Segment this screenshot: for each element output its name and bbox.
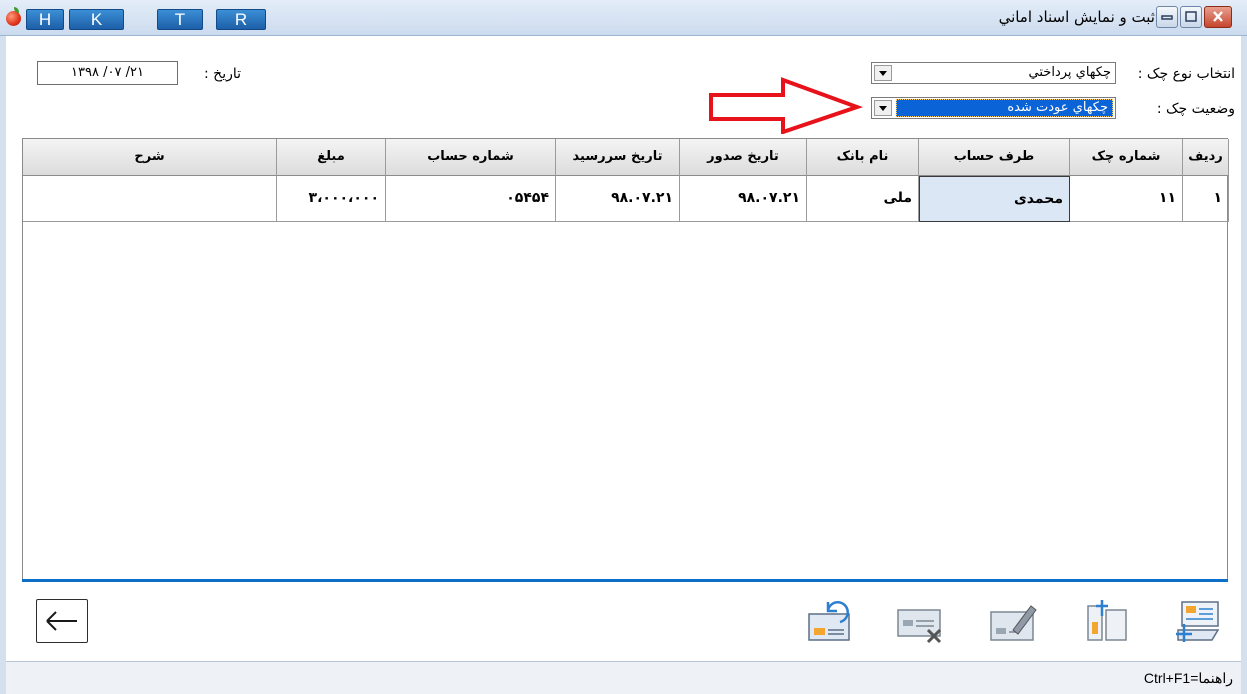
column-header-row-number[interactable]: رديف bbox=[1183, 139, 1229, 176]
transfer-check-button[interactable] bbox=[1082, 596, 1132, 646]
column-header-description[interactable]: شرح bbox=[23, 139, 277, 176]
column-header-account-party[interactable]: طرف حساب bbox=[919, 139, 1070, 176]
maximize-icon bbox=[1185, 11, 1197, 22]
status-bar: Ctrl+F1=راهنما bbox=[6, 661, 1241, 694]
column-header-issue-date[interactable]: تاريخ صدور bbox=[680, 139, 807, 176]
column-header-account-number[interactable]: شماره حساب bbox=[386, 139, 556, 176]
quick-button-h[interactable]: H bbox=[26, 9, 64, 30]
quick-button-r[interactable]: R bbox=[216, 9, 266, 30]
minimize-button[interactable] bbox=[1156, 6, 1178, 28]
column-header-due-date[interactable]: تاريخ سررسيد bbox=[556, 139, 680, 176]
column-header-amount[interactable]: مبلغ bbox=[277, 139, 386, 176]
table-cell-account-number[interactable]: ۰۵۴۵۴ bbox=[386, 176, 556, 222]
chevron-down-icon[interactable] bbox=[874, 100, 892, 116]
date-label: تاريخ : bbox=[204, 66, 242, 82]
window-frame-right bbox=[1241, 36, 1247, 694]
table-cell-row-number[interactable]: ۱ bbox=[1183, 176, 1229, 222]
back-button[interactable] bbox=[36, 599, 88, 643]
table-cell-check-number[interactable]: ۱۱ bbox=[1070, 176, 1183, 222]
title-bar: H K T R ثبت و نمایش اسناد اماني bbox=[0, 0, 1247, 36]
table-cell-due-date[interactable]: ۹۸.۰۷.۲۱ bbox=[556, 176, 680, 222]
delete-check-button[interactable] bbox=[896, 596, 946, 646]
quick-button-t[interactable]: T bbox=[157, 9, 203, 30]
table-cell-bank-name[interactable]: ملی bbox=[807, 176, 919, 222]
close-icon bbox=[1213, 11, 1223, 22]
table-cell-account-party[interactable]: محمدی bbox=[919, 176, 1070, 222]
maximize-button[interactable] bbox=[1180, 6, 1202, 28]
check-status-value: چکهاي عودت شده bbox=[896, 99, 1113, 117]
check-type-select[interactable]: چکهاي پرداختي bbox=[871, 62, 1116, 84]
grid-divider bbox=[22, 579, 1228, 582]
window-title: ثبت و نمایش اسناد اماني bbox=[998, 8, 1155, 26]
transfer-check-icon bbox=[1087, 600, 1127, 641]
table-cell-description[interactable] bbox=[23, 176, 277, 222]
return-check-icon bbox=[808, 601, 850, 641]
table-cell-issue-date[interactable]: ۹۸.۰۷.۲۱ bbox=[680, 176, 807, 222]
check-status-label: وضعيت چک : bbox=[1156, 101, 1235, 117]
add-check-button[interactable] bbox=[1172, 596, 1222, 646]
checks-table: رديف شماره چک طرف حساب نام بانک تاريخ صد… bbox=[22, 138, 1229, 580]
delete-check-icon bbox=[897, 609, 942, 644]
check-type-value: چکهاي پرداختي bbox=[1028, 65, 1111, 80]
edit-check-icon bbox=[990, 605, 1037, 641]
window-controls bbox=[1156, 6, 1232, 28]
column-header-bank-name[interactable]: نام بانک bbox=[807, 139, 919, 176]
quick-button-k[interactable]: K bbox=[69, 9, 124, 30]
app-logo-icon bbox=[6, 7, 21, 26]
add-check-icon bbox=[1176, 601, 1220, 642]
check-status-select[interactable]: چکهاي عودت شده bbox=[871, 97, 1116, 119]
date-field[interactable]: ۱۳۹۸ /۰۷ /۲۱ bbox=[37, 61, 178, 85]
close-button[interactable] bbox=[1204, 6, 1232, 28]
back-arrow-icon bbox=[46, 611, 77, 631]
table-cell-amount[interactable]: ۳،۰۰۰،۰۰۰ bbox=[277, 176, 386, 222]
annotation-arrow-icon bbox=[709, 77, 864, 134]
minimize-icon bbox=[1161, 15, 1173, 20]
window-frame-left bbox=[0, 36, 6, 694]
help-shortcut-text: Ctrl+F1=راهنما bbox=[1143, 670, 1233, 686]
column-header-check-number[interactable]: شماره چک bbox=[1070, 139, 1183, 176]
check-type-label: انتخاب نوع چک : bbox=[1137, 66, 1235, 82]
edit-check-button[interactable] bbox=[989, 596, 1039, 646]
return-check-button[interactable] bbox=[806, 596, 856, 646]
chevron-down-icon[interactable] bbox=[874, 65, 892, 81]
